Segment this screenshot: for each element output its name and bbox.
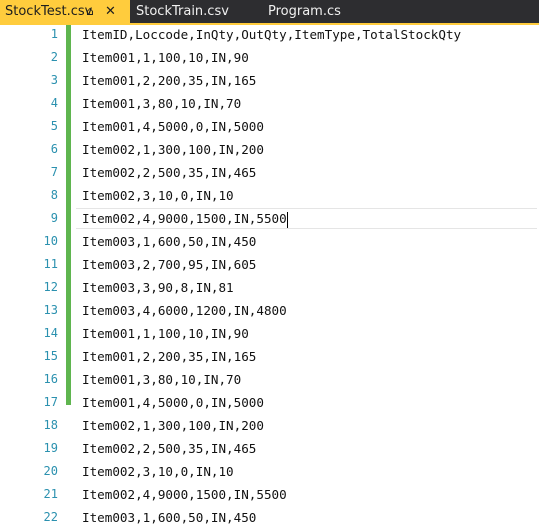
tab-label: StockTrain.csv (136, 4, 229, 19)
line-number: 6 (50, 142, 58, 156)
line-number: 14 (43, 326, 58, 340)
line-number: 11 (43, 257, 58, 271)
line-text[interactable]: Item002,2,500,35,IN,465 (82, 161, 256, 184)
line-number: 16 (43, 372, 58, 386)
line-text[interactable]: Item001,1,100,10,IN,90 (82, 46, 249, 69)
editor-line[interactable]: 14 Item001,1,100,10,IN,90 (0, 322, 539, 345)
editor-line[interactable]: 12 Item003,3,90,8,IN,81 (0, 276, 539, 299)
line-text[interactable]: Item001,2,200,35,IN,165 (82, 69, 256, 92)
line-number: 17 (43, 395, 58, 409)
editor-line[interactable]: 16 Item001,3,80,10,IN,70 (0, 368, 539, 391)
editor-line[interactable]: 5 Item001,4,5000,0,IN,5000 (0, 115, 539, 138)
editor-line[interactable]: 18 Item002,1,300,100,IN,200 (0, 414, 539, 437)
line-text[interactable]: Item003,1,600,50,IN,450 (82, 506, 256, 529)
line-number: 20 (43, 464, 58, 478)
editor-line[interactable]: 9 Item002,4,9000,1500,IN,5500 (0, 207, 539, 230)
pin-icon[interactable]: ⌂ (86, 0, 94, 23)
line-text[interactable]: Item001,3,80,10,IN,70 (82, 368, 241, 391)
editor-line[interactable]: 2 Item001,1,100,10,IN,90 (0, 46, 539, 69)
line-text[interactable]: Item001,1,100,10,IN,90 (82, 322, 249, 345)
line-text[interactable]: Item003,1,600,50,IN,450 (82, 230, 256, 253)
line-number: 9 (50, 211, 58, 225)
line-text[interactable]: Item002,2,500,35,IN,465 (82, 437, 256, 460)
line-number: 13 (43, 303, 58, 317)
editor-line[interactable]: 3 Item001,2,200,35,IN,165 (0, 69, 539, 92)
line-text[interactable]: Item001,2,200,35,IN,165 (82, 345, 256, 368)
line-number: 3 (50, 73, 58, 87)
line-number: 1 (50, 27, 58, 41)
line-number: 10 (43, 234, 58, 248)
tab-label: Program.cs (268, 4, 341, 19)
line-number: 12 (43, 280, 58, 294)
line-number: 22 (43, 510, 58, 524)
text-caret (286, 211, 288, 228)
line-text[interactable]: Item002,1,300,100,IN,200 (82, 414, 264, 437)
editor-line[interactable]: 1 ItemID,Loccode,InQty,OutQty,ItemType,To… (0, 23, 539, 46)
line-number: 15 (43, 349, 58, 363)
tab-stocktrain-csv[interactable]: StockTrain.csv (131, 0, 229, 23)
editor-line[interactable]: 6 Item002,1,300,100,IN,200 (0, 138, 539, 161)
editor-line[interactable]: 11 Item003,2,700,95,IN,605 (0, 253, 539, 276)
editor-line[interactable]: 19 Item002,2,500,35,IN,465 (0, 437, 539, 460)
line-number: 4 (50, 96, 58, 110)
editor-line[interactable]: 8 Item002,3,10,0,IN,10 (0, 184, 539, 207)
close-icon[interactable]: ✕ (105, 0, 116, 23)
editor-line[interactable]: 22 Item003,1,600,50,IN,450 (0, 506, 539, 529)
line-text[interactable]: Item001,4,5000,0,IN,5000 (82, 391, 264, 414)
editor-line[interactable]: 15 Item001,2,200,35,IN,165 (0, 345, 539, 368)
line-text[interactable]: Item003,3,90,8,IN,81 (82, 276, 234, 299)
line-text[interactable]: Item001,4,5000,0,IN,5000 (82, 115, 264, 138)
tab-program-cs[interactable]: Program.cs (263, 0, 341, 23)
text-editor[interactable]: 1 ItemID,Loccode,InQty,OutQty,ItemType,To… (0, 23, 539, 525)
editor-line[interactable]: 17 Item001,4,5000,0,IN,5000 (0, 391, 539, 414)
line-text[interactable]: Item002,3,10,0,IN,10 (82, 460, 234, 483)
line-text[interactable]: Item003,4,6000,1200,IN,4800 (82, 299, 287, 322)
editor-line[interactable]: 10 Item003,1,600,50,IN,450 (0, 230, 539, 253)
line-number: 5 (50, 119, 58, 133)
line-text[interactable]: Item003,2,700,95,IN,605 (82, 253, 256, 276)
line-text[interactable]: Item002,4,9000,1500,IN,5500 (82, 207, 288, 230)
tab-stocktest-csv[interactable]: StockTest.csv ⌂ ✕ (0, 0, 130, 23)
line-number: 2 (50, 50, 58, 64)
line-text[interactable]: Item002,4,9000,1500,IN,5500 (82, 483, 287, 506)
tab-label: StockTest.csv (5, 4, 93, 19)
line-number: 19 (43, 441, 58, 455)
editor-line[interactable]: 4 Item001,3,80,10,IN,70 (0, 92, 539, 115)
line-text[interactable]: Item002,1,300,100,IN,200 (82, 138, 264, 161)
tab-bar: StockTest.csv ⌂ ✕ StockTrain.csv Program… (0, 0, 539, 23)
line-number: 8 (50, 188, 58, 202)
editor-line[interactable]: 20 Item002,3,10,0,IN,10 (0, 460, 539, 483)
editor-line[interactable]: 7 Item002,2,500,35,IN,465 (0, 161, 539, 184)
editor-line[interactable]: 21 Item002,4,9000,1500,IN,5500 (0, 483, 539, 506)
line-text[interactable]: Item001,3,80,10,IN,70 (82, 92, 241, 115)
line-text[interactable]: ItemID,Loccode,InQty,OutQty,ItemType,Tot… (82, 23, 461, 46)
line-text[interactable]: Item002,3,10,0,IN,10 (82, 184, 234, 207)
editor-line[interactable]: 13 Item003,4,6000,1200,IN,4800 (0, 299, 539, 322)
line-number: 7 (50, 165, 58, 179)
line-number: 18 (43, 418, 58, 432)
line-number: 21 (43, 487, 58, 501)
